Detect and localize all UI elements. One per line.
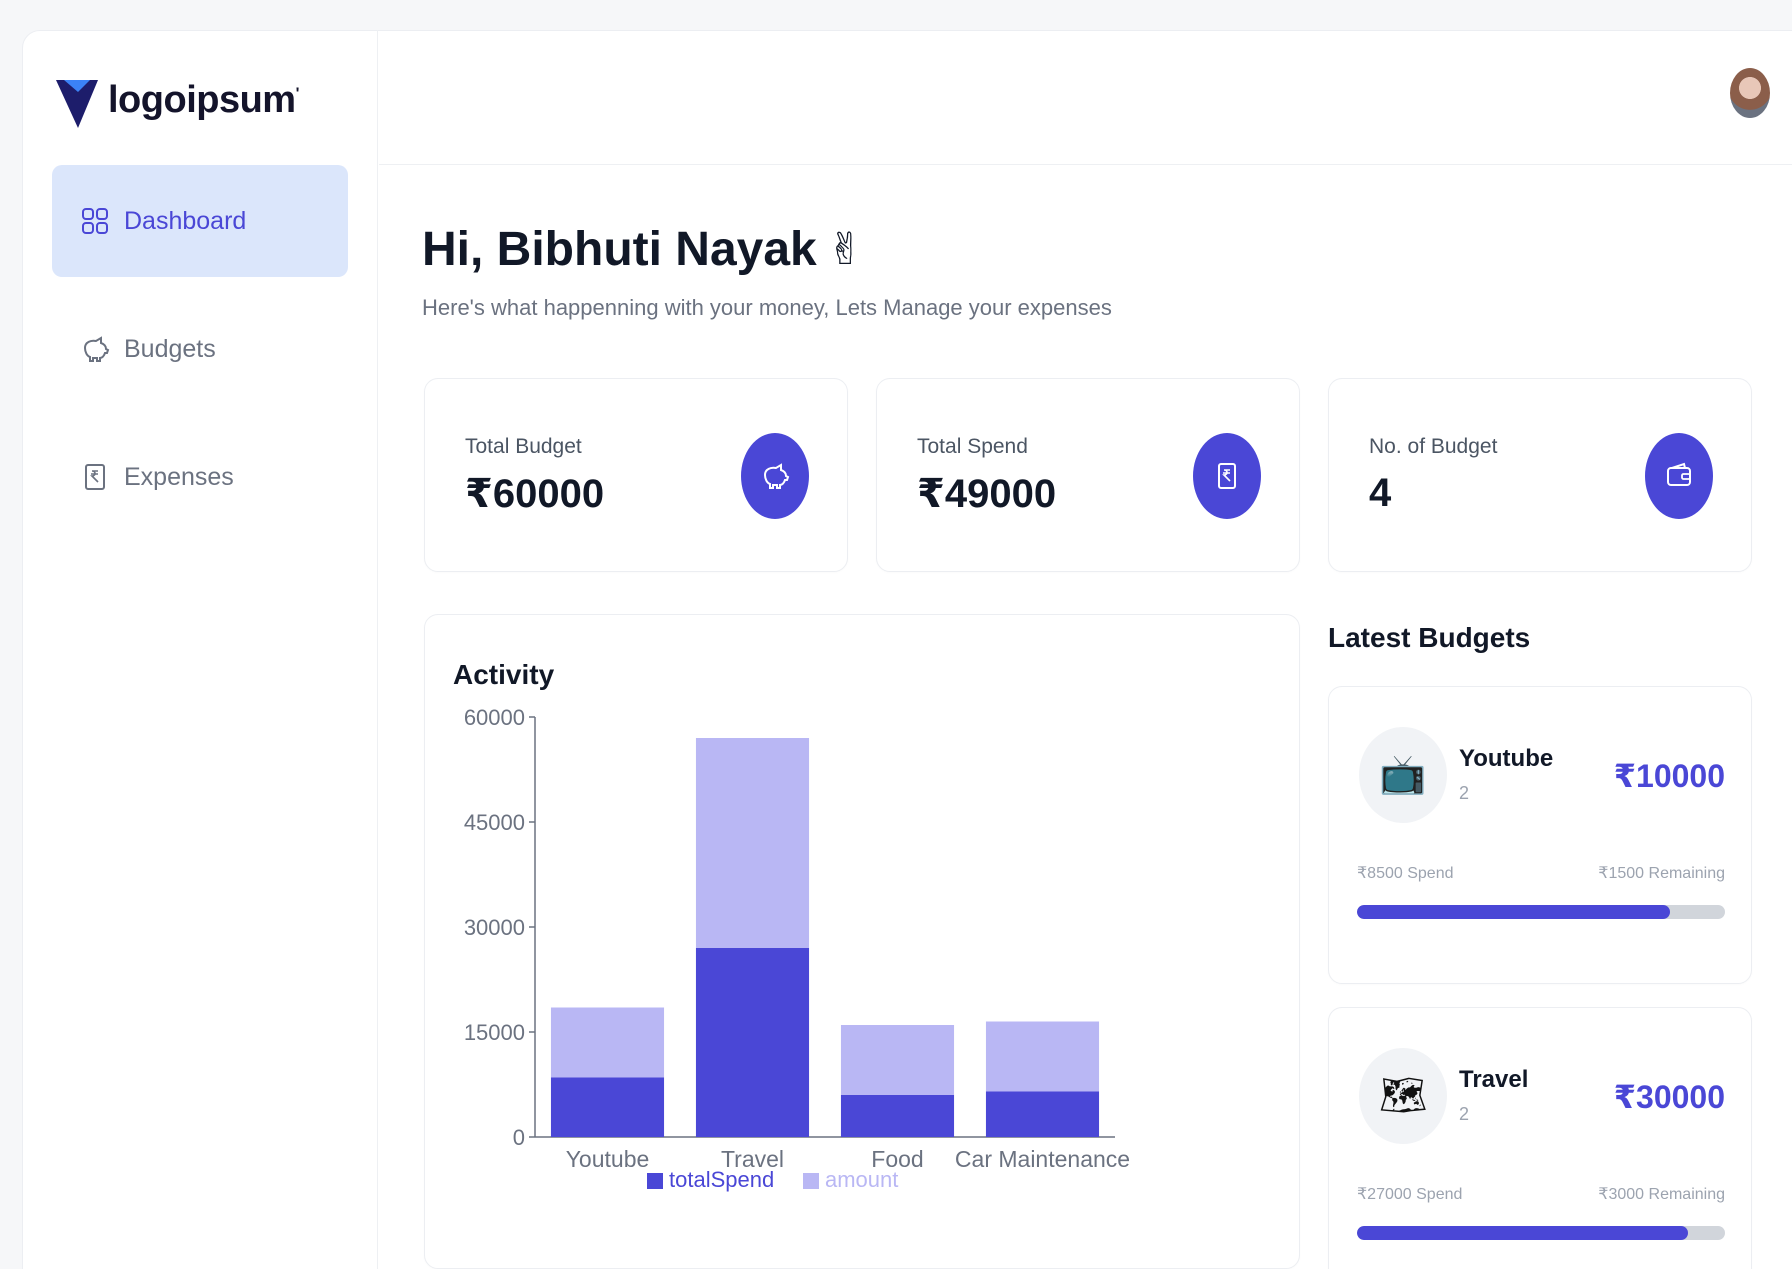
budget-progress-fill	[1357, 1226, 1689, 1240]
bar-amount	[695, 738, 810, 948]
budget-item-count: 2	[1459, 783, 1470, 803]
logo-mark-icon	[56, 80, 98, 128]
stat-card-total-spend: Total Spend ₹49000	[876, 378, 1300, 572]
activity-chart: 015000300004500060000Youtube Travel Food Ca…	[464, 705, 1130, 1192]
budget-progress-track	[1357, 1226, 1725, 1240]
budget-progress-track	[1357, 905, 1725, 919]
latest-budgets-title: Latest Budgets	[1328, 622, 1531, 653]
budget-remaining: ₹3000 Remaining	[1598, 1186, 1725, 1203]
piggy-bank-icon	[83, 336, 110, 362]
victory-hand-icon: ✌	[826, 225, 864, 274]
sidebar-item-budgets[interactable]: Budgets	[52, 293, 348, 405]
legend-swatch	[647, 1173, 663, 1189]
stat-label: No. of Budget	[1369, 435, 1498, 458]
y-tick-label: 45000	[464, 810, 525, 835]
stat-icon-badge	[1193, 433, 1261, 519]
sidebar-item-label: Budgets	[124, 334, 216, 363]
tv-icon: 📺	[1359, 727, 1447, 823]
bar-amount	[550, 1007, 665, 1078]
budget-progress-fill	[1357, 905, 1670, 919]
legend-swatch	[803, 1173, 819, 1189]
wallet-icon	[1667, 462, 1691, 486]
budget-spend: ₹27000 Spend	[1357, 1186, 1463, 1203]
budget-name: Youtube	[1459, 745, 1554, 772]
budget-amount: ₹30000	[1613, 1079, 1725, 1115]
stat-card-budget-count: No. of Budget 4	[1328, 378, 1752, 572]
brand-logo[interactable]: logoipsum'	[54, 70, 299, 130]
stat-value: 4	[1369, 471, 1392, 515]
map-icon: 🗺	[1359, 1048, 1447, 1144]
stat-card-total-budget: Total Budget ₹60000	[424, 378, 848, 572]
user-avatar[interactable]	[1730, 68, 1770, 118]
stat-label: Total Budget	[465, 435, 582, 458]
budget-amount: ₹10000	[1613, 758, 1725, 794]
page-title: Hi, Bibhuti Nayak ✌	[422, 222, 864, 277]
receipt-icon	[1218, 463, 1236, 489]
bar-amount	[985, 1021, 1100, 1092]
budget-name: Travel	[1459, 1066, 1529, 1093]
x-tick-label: Youtube	[566, 1146, 650, 1172]
budget-spend: ₹8500 Spend	[1357, 865, 1454, 882]
stat-icon-badge	[1645, 433, 1713, 519]
bar-totalSpend	[840, 1095, 955, 1137]
sidebar-item-expenses[interactable]: Expenses	[52, 421, 348, 533]
greeting-text: Hi, Bibhuti Nayak	[422, 223, 817, 276]
budget-remaining: ₹1500 Remaining	[1598, 865, 1725, 882]
y-tick-label: 30000	[464, 915, 525, 940]
sidebar-item-label: Dashboard	[124, 206, 247, 235]
activity-card: Activity 0 15000 30000 45000 60000 Youtube Tra…	[424, 614, 1300, 1269]
sidebar-item-label: Expenses	[124, 462, 234, 491]
top-header	[379, 30, 1792, 165]
bar-totalSpend	[550, 1077, 665, 1137]
bar-totalSpend	[695, 948, 810, 1137]
stat-label: Total Spend	[917, 435, 1028, 458]
stat-icon-badge	[741, 433, 809, 519]
stat-value: ₹49000	[917, 472, 1057, 516]
stat-value: ₹60000	[465, 472, 605, 516]
budget-card-travel[interactable]: 🗺 Travel 2 ₹30000 ₹27000 Spend ₹3000 Rem…	[1328, 1007, 1752, 1269]
legend-label: totalSpend	[669, 1167, 774, 1192]
piggy-bank-icon	[763, 463, 790, 489]
receipt-icon	[85, 464, 105, 490]
sidebar-nav: Dashboard Budgets Expenses	[52, 165, 348, 549]
budget-item-count: 2	[1459, 1104, 1470, 1124]
bar-totalSpend	[985, 1091, 1100, 1137]
x-tick-label: Car Maintenance	[955, 1146, 1130, 1172]
y-tick-label: 60000	[464, 705, 525, 730]
y-tick-label: 15000	[464, 1020, 525, 1045]
budget-card-youtube[interactable]: 📺 Youtube 2 ₹10000 ₹8500 Spend ₹1500 Rem…	[1328, 686, 1752, 984]
sidebar-item-dashboard[interactable]: Dashboard	[52, 165, 348, 277]
y-tick-label: 0	[513, 1125, 525, 1150]
legend-label: amount	[825, 1167, 898, 1192]
page-subtitle: Here's what happenning with your money, …	[422, 295, 1112, 320]
bar-amount	[840, 1025, 955, 1095]
grid-icon	[82, 208, 108, 234]
brand-name: logoipsum'	[108, 78, 299, 121]
sidebar: logoipsum' Dashboard Budgets Expenses	[22, 30, 378, 1269]
